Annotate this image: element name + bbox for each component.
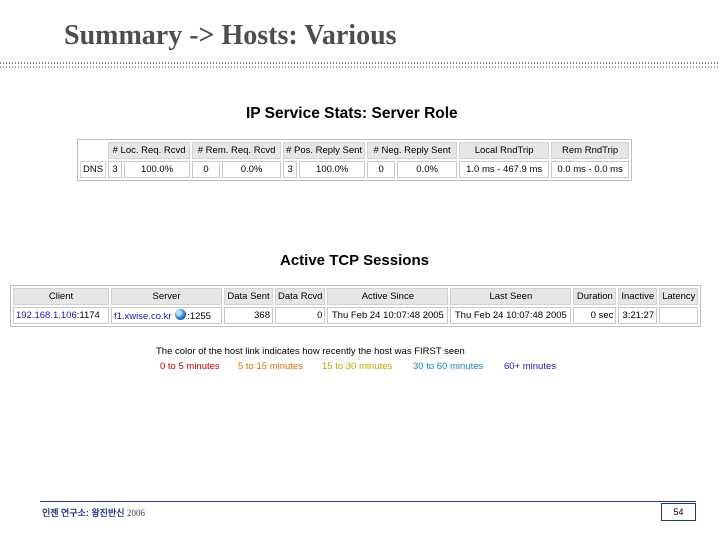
client-host-link[interactable]: 192.168.1.106 xyxy=(16,310,77,321)
client-cell: 192.168.1.106:1174 xyxy=(13,307,109,324)
rem-req-pct: 0.0% xyxy=(222,161,282,178)
latency-value xyxy=(659,307,699,324)
legend-item-60-plus: 60+ minutes xyxy=(504,361,557,372)
pos-reply-pct: 100.0% xyxy=(299,161,366,178)
slide-title: Summary -> Hosts: Various xyxy=(64,20,397,51)
loc-req-pct: 100.0% xyxy=(124,161,191,178)
neg-reply-count: 0 xyxy=(367,161,396,178)
local-rndtrip-value: 1.0 ms - 467.9 ms xyxy=(459,161,550,178)
column-header-latency: Latency xyxy=(659,288,699,305)
tcp-sessions-table: Client Server Data Sent Data Rcvd Active… xyxy=(10,285,702,327)
column-header-data-sent: Data Sent xyxy=(224,288,273,305)
rem-req-count: 0 xyxy=(192,161,221,178)
column-header-local-rndtrip: Local RndTrip xyxy=(459,142,550,159)
table-row: DNS 3 100.0% 0 0.0% 3 100.0% 0 0.0% 1.0 … xyxy=(80,161,630,178)
loc-req-count: 3 xyxy=(108,161,123,178)
legend-item-15-30: 15 to 30 minutes xyxy=(322,361,393,372)
data-rcvd-value: 0 xyxy=(275,307,326,324)
footer-organization: 인젠 연구소: 왕진반신 xyxy=(42,508,125,518)
column-header-neg-reply: # Neg. Reply Sent xyxy=(367,142,458,159)
column-header-last-seen: Last Seen xyxy=(450,288,572,305)
service-name: DNS xyxy=(80,161,107,178)
column-header-data-rcvd: Data Rcvd xyxy=(275,288,326,305)
pos-reply-count: 3 xyxy=(283,161,298,178)
column-header-server: Server xyxy=(111,288,222,305)
legend-item-5-15: 5 to 15 minutes xyxy=(238,361,303,372)
column-header-pos-reply: # Pos. Reply Sent xyxy=(283,142,366,159)
column-header-loc-req: # Loc. Req. Rcvd xyxy=(108,142,191,159)
title-divider xyxy=(0,62,720,64)
table-header-row: Client Server Data Sent Data Rcvd Active… xyxy=(13,288,699,305)
column-header-inactive: Inactive xyxy=(618,288,658,305)
legend-item-30-60: 30 to 60 minutes xyxy=(413,361,484,372)
server-host-link[interactable]: f1.xwise.co.kr xyxy=(114,311,172,322)
tcp-sessions-heading: Active TCP Sessions xyxy=(280,252,429,269)
table-row: 192.168.1.106:1174 f1.xwise.co.kr :1255 … xyxy=(13,307,699,324)
footer-year: 2006 xyxy=(127,508,146,518)
data-sent-value: 368 xyxy=(224,307,273,324)
duration-value: 0 sec xyxy=(573,307,617,324)
rem-rndtrip-value: 0.0 ms - 0.0 ms xyxy=(551,161,630,178)
title-divider-secondary xyxy=(0,66,720,68)
client-port: :1174 xyxy=(76,310,100,321)
column-header-rem-rndtrip: Rem RndTrip xyxy=(551,142,630,159)
inactive-value: 3:21:27 xyxy=(618,307,658,324)
last-seen-value: Thu Feb 24 10:07:48 2005 xyxy=(450,307,572,324)
server-port: :1255 xyxy=(187,311,211,322)
neg-reply-pct: 0.0% xyxy=(397,161,458,178)
column-header-service xyxy=(80,142,107,159)
legend-caption: The color of the host link indicates how… xyxy=(156,346,465,357)
column-header-client: Client xyxy=(13,288,109,305)
page-number: 54 xyxy=(661,503,696,521)
column-header-rem-req: # Rem. Req. Rcvd xyxy=(192,142,282,159)
server-cell: f1.xwise.co.kr :1255 xyxy=(111,307,222,324)
globe-icon xyxy=(175,309,187,320)
table-header-row: # Loc. Req. Rcvd # Rem. Req. Rcvd # Pos.… xyxy=(80,142,630,159)
footer-label: 인젠 연구소: 왕진반신 2006 xyxy=(42,506,145,519)
footer-divider xyxy=(40,501,696,502)
column-header-active-since: Active Since xyxy=(327,288,449,305)
legend-item-0-5: 0 to 5 minutes xyxy=(160,361,220,372)
ip-stats-heading: IP Service Stats: Server Role xyxy=(246,105,458,122)
column-header-duration: Duration xyxy=(573,288,617,305)
ip-stats-table: # Loc. Req. Rcvd # Rem. Req. Rcvd # Pos.… xyxy=(77,139,633,181)
active-since-value: Thu Feb 24 10:07:48 2005 xyxy=(327,307,449,324)
